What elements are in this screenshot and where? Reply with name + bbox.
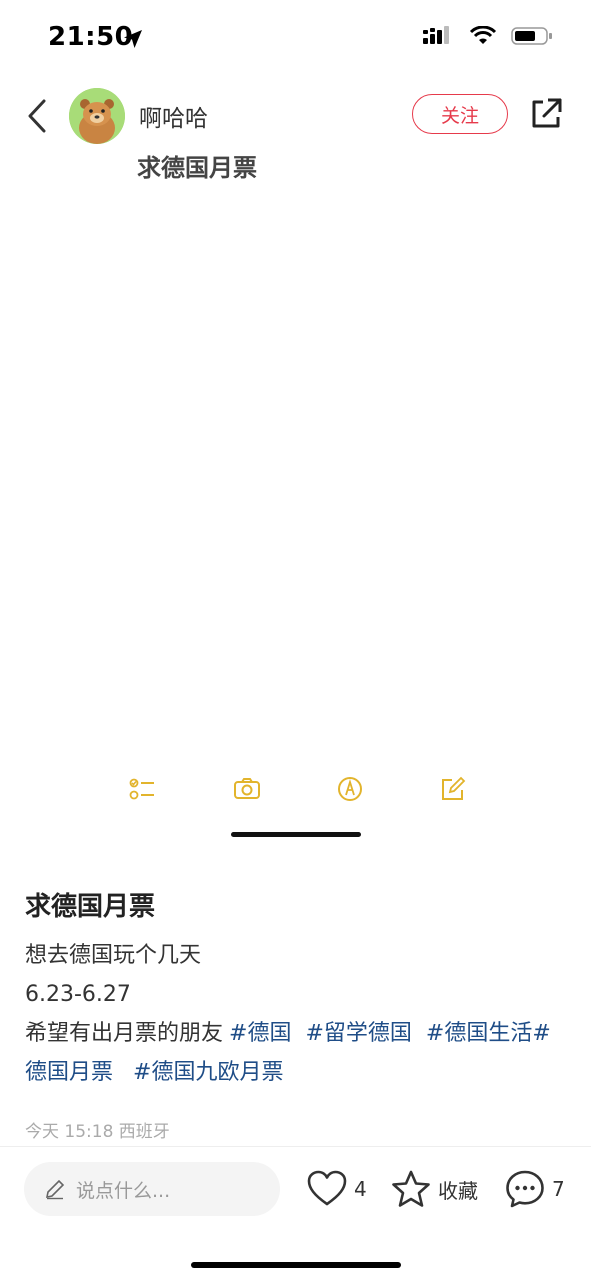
- post-line: 希望有出月票的朋友: [25, 1021, 224, 1046]
- signal-icon: [423, 26, 449, 44]
- image-title-fragment: 求德国月票: [137, 154, 257, 180]
- like-button[interactable]: 4: [306, 1168, 367, 1210]
- status-icons: [423, 26, 553, 46]
- heart-icon: [307, 1170, 347, 1206]
- checklist-icon: [129, 778, 154, 800]
- camera-icon: [234, 778, 260, 799]
- comment-input[interactable]: 说点什么...: [24, 1162, 280, 1216]
- comment-button[interactable]: 7: [504, 1168, 565, 1210]
- hashtag-link[interactable]: #德国: [229, 1021, 291, 1046]
- post-meta: 今天 15:18 西班牙: [25, 1122, 170, 1142]
- share-icon[interactable]: [528, 96, 564, 132]
- follow-button[interactable]: 关注: [412, 94, 508, 134]
- collect-label: 收藏: [438, 1178, 478, 1203]
- back-chevron-icon[interactable]: [22, 96, 56, 136]
- post-line: 想去德国玩个几天: [25, 943, 202, 968]
- image-notes-toolbar: [0, 774, 591, 814]
- bottom-divider: [0, 1146, 591, 1147]
- post-body: 想去德国玩个几天 6.23-6.27 希望有出月票的朋友 #德国 #留学德国 #德国生…: [25, 936, 570, 1092]
- comment-count: 7: [552, 1177, 565, 1201]
- status-time: 21:50: [48, 22, 134, 52]
- comment-bubble-icon: [506, 1170, 544, 1208]
- pencil-icon: [45, 1179, 65, 1200]
- hashtag-link[interactable]: #留学德国: [305, 1021, 411, 1046]
- wifi-icon: [469, 26, 497, 44]
- image-home-indicator: [231, 832, 361, 837]
- location-arrow-icon: [124, 30, 142, 48]
- markup-pen-icon: [338, 777, 362, 801]
- battery-icon: [511, 27, 552, 45]
- like-count: 4: [354, 1177, 367, 1201]
- avatar[interactable]: [69, 88, 125, 144]
- collect-button[interactable]: 收藏: [390, 1168, 478, 1210]
- author-name[interactable]: 啊哈哈: [139, 99, 208, 133]
- post-title: 求德国月票: [25, 892, 156, 922]
- star-icon: [392, 1170, 430, 1207]
- post-line: 6.23-6.27: [25, 982, 131, 1007]
- home-indicator: [191, 1262, 401, 1268]
- hashtag-link[interactable]: #德国九欧月票: [133, 1060, 283, 1085]
- capybara-avatar-icon: [69, 88, 125, 144]
- compose-icon: [442, 776, 466, 800]
- hashtag-link[interactable]: #德国生活: [426, 1021, 532, 1046]
- comment-placeholder: 说点什么...: [76, 1179, 171, 1202]
